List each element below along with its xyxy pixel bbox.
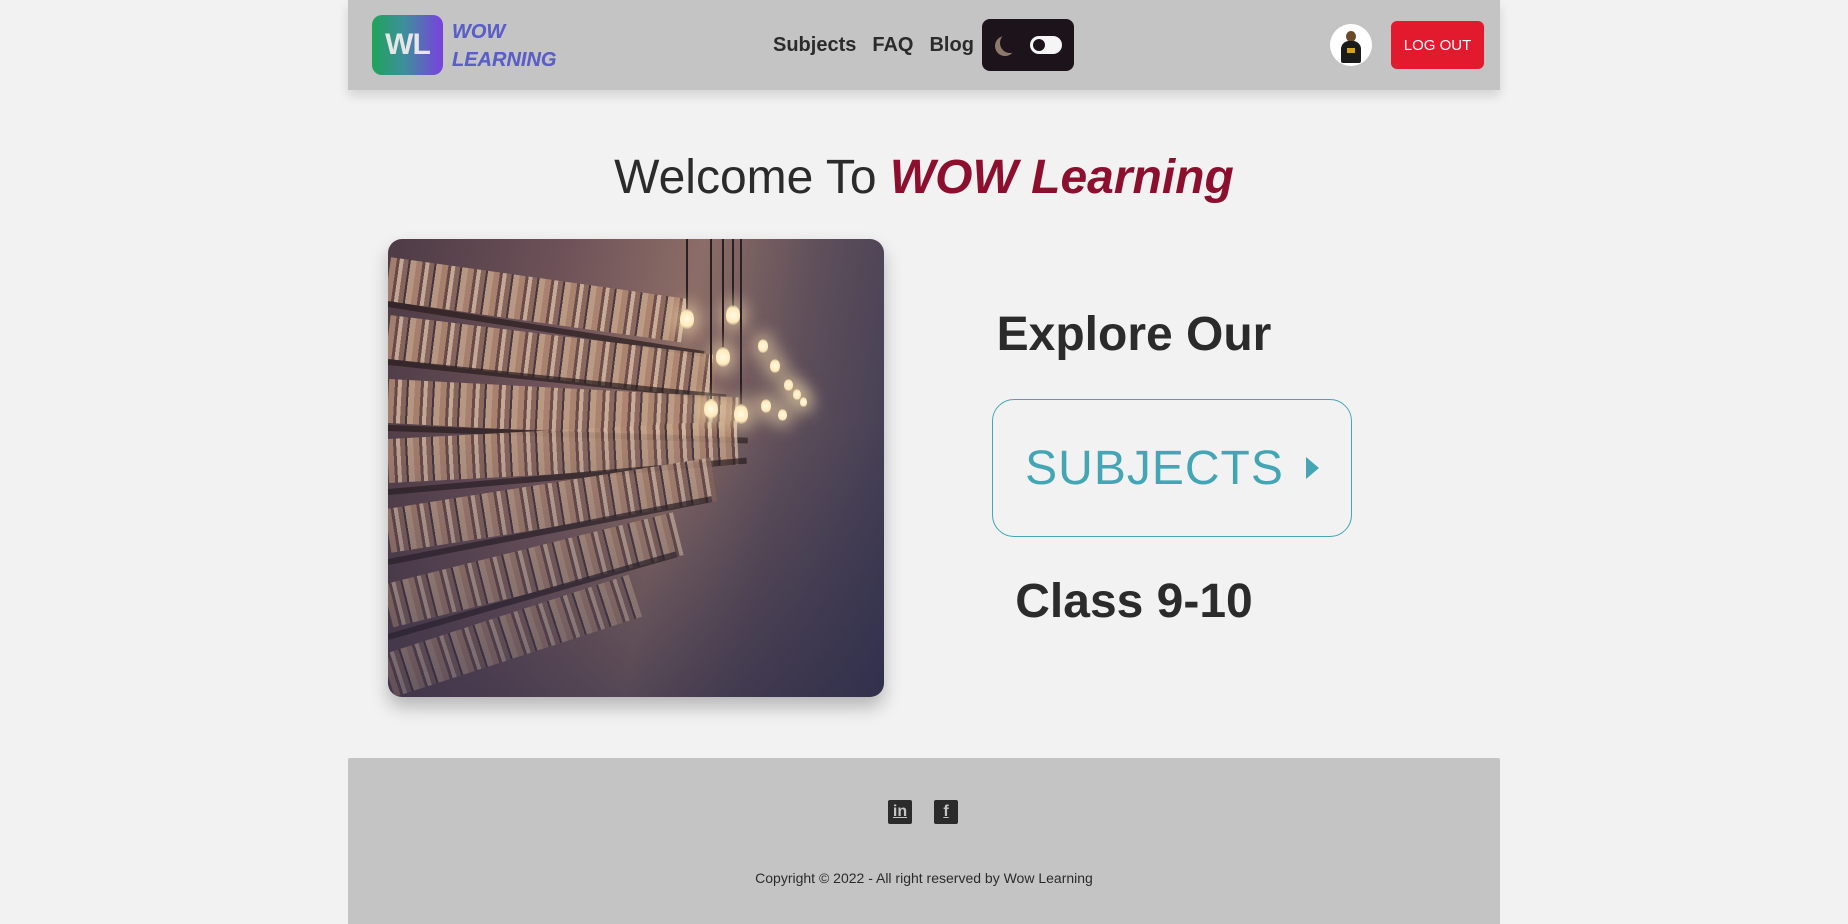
welcome-brand: WOW Learning: [889, 151, 1234, 204]
moon-icon: [1000, 33, 1020, 53]
library-hero-image: [388, 239, 884, 697]
logout-button[interactable]: LOG OUT: [1391, 21, 1484, 69]
theme-switch[interactable]: [1030, 36, 1062, 54]
user-avatar[interactable]: [1330, 24, 1372, 66]
page-title: Welcome To WOW Learning: [348, 148, 1500, 208]
social-links: in f: [888, 800, 958, 824]
linkedin-icon[interactable]: in: [888, 800, 912, 824]
navbar: WL WOW LEARNING Subjects FAQ Blog LOG OU…: [348, 0, 1500, 90]
logo-line-2: LEARNING: [452, 49, 557, 71]
logo-mark-text: WL: [385, 28, 431, 61]
theme-toggle[interactable]: [982, 19, 1074, 71]
main-nav: Subjects FAQ Blog: [773, 30, 974, 60]
explore-heading: Explore Our: [996, 308, 1272, 361]
nav-link-faq[interactable]: FAQ: [872, 30, 913, 60]
subjects-button-label: SUBJECTS: [1025, 441, 1284, 495]
nav-link-subjects[interactable]: Subjects: [773, 30, 856, 60]
nav-link-blog[interactable]: Blog: [929, 30, 973, 60]
image-shade: [388, 239, 884, 697]
subjects-button[interactable]: SUBJECTS: [992, 399, 1352, 537]
class-heading: Class 9-10: [1015, 575, 1253, 628]
copyright-text: Copyright © 2022 - All right reserved by…: [755, 870, 1093, 886]
welcome-prefix: Welcome To: [614, 151, 890, 204]
logo-line-1: WOW: [452, 21, 506, 43]
logo-wordmark[interactable]: WOW LEARNING: [452, 18, 562, 74]
logo-mark[interactable]: WL: [372, 15, 443, 75]
caret-right-icon: [1305, 457, 1319, 479]
avatar-body: [1341, 41, 1361, 63]
page-frame: WL WOW LEARNING Subjects FAQ Blog LOG OU…: [348, 0, 1500, 924]
facebook-icon[interactable]: f: [934, 800, 958, 824]
theme-switch-knob: [1033, 39, 1045, 51]
footer: in f Copyright © 2022 - All right reserv…: [348, 758, 1500, 924]
